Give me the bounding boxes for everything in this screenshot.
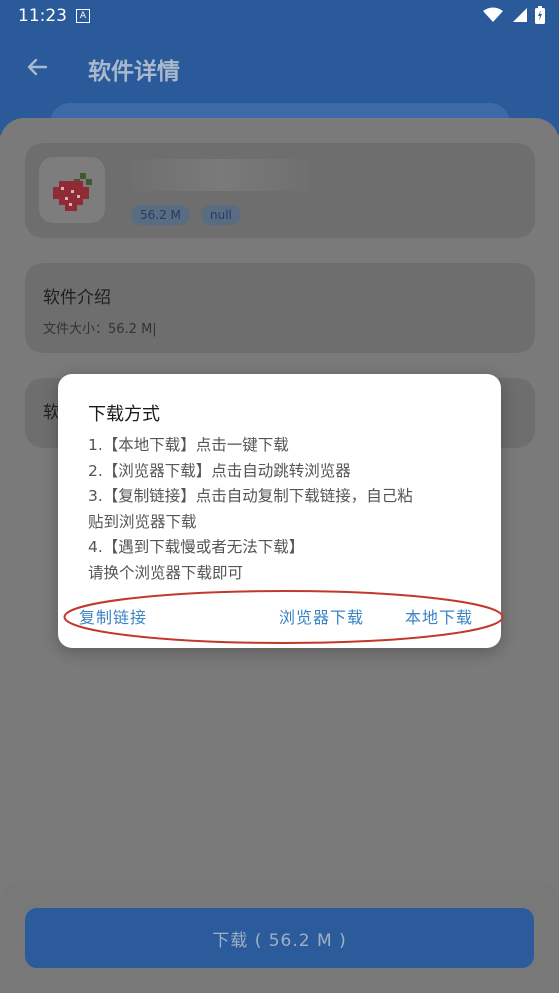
strawberry-app-icon: [53, 173, 92, 211]
dialog-title: 下载方式: [88, 404, 160, 425]
local-download-button[interactable]: 本地下载: [405, 604, 473, 628]
wifi-icon: [483, 7, 503, 22]
browser-download-button[interactable]: 浏览器下载: [279, 604, 364, 628]
download-method-dialog: 下载方式 1.【本地下载】点击一键下载 2.【浏览器下载】点击自动跳转浏览器 3…: [58, 374, 501, 648]
battery-icon: [535, 6, 545, 24]
intro-body: 文件大小：56.2 M|: [43, 322, 157, 337]
copy-link-button[interactable]: 复制链接: [79, 604, 147, 628]
page-title: 软件详情: [88, 59, 180, 85]
dialog-line: 2.【浏览器下载】点击自动跳转浏览器: [88, 461, 351, 480]
signal-icon: [513, 8, 527, 22]
intro-card: 软件介绍 文件大小：56.2 M|: [25, 263, 535, 353]
intro-title: 软件介绍: [43, 288, 111, 308]
toolbar: 软件详情: [0, 40, 559, 96]
download-button[interactable]: 下载 ( 56.2 M ): [25, 908, 534, 968]
back-arrow-icon[interactable]: [22, 52, 52, 82]
status-icons: [483, 6, 545, 24]
app-icon: [39, 157, 105, 223]
dialog-line: 请换个浏览器下载即可: [88, 563, 244, 582]
dialog-actions: 复制链接 浏览器下载 本地下载: [58, 604, 501, 632]
status-bar: 11:23 A: [0, 0, 559, 32]
size-chip: 56.2 M: [131, 205, 190, 225]
app-name-blurred: [131, 159, 311, 191]
extra-chip: null: [201, 205, 241, 225]
status-time: 11:23: [18, 6, 67, 26]
app-info-card: 56.2 M null: [25, 143, 535, 238]
dialog-body: 1.【本地下载】点击一键下载 2.【浏览器下载】点击自动跳转浏览器 3.【复制链…: [88, 433, 478, 586]
dialog-line: 贴到浏览器下载: [88, 512, 197, 531]
notification-icon: A: [76, 9, 90, 23]
dialog-line: 3.【复制链接】点击自动复制下载链接，自己粘: [88, 487, 413, 505]
dialog-line: 1.【本地下载】点击一键下载: [88, 436, 289, 454]
dialog-line: 4.【遇到下载慢或者无法下载】: [88, 538, 305, 556]
